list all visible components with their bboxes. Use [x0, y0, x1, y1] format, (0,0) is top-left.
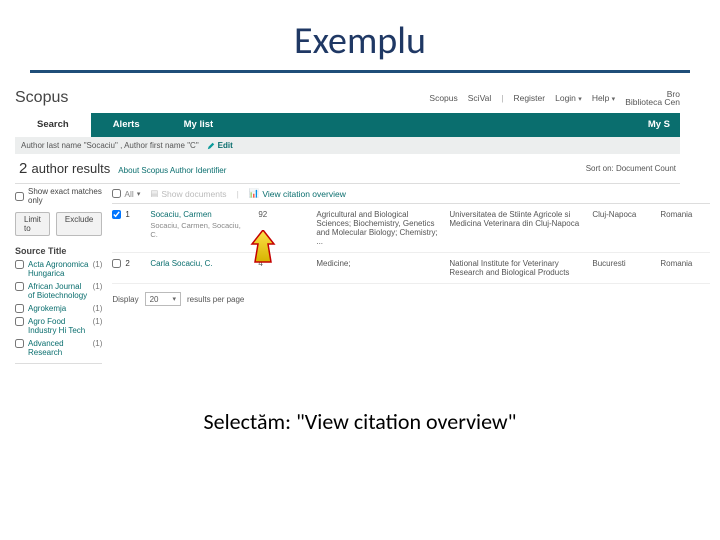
row-checkbox[interactable]	[112, 259, 121, 268]
chart-icon: 📊	[249, 188, 260, 199]
main-area: Show exact matches only Limit to Exclude…	[15, 184, 680, 368]
city: Bucuresti	[592, 259, 652, 277]
facet-item[interactable]: African Journal of Biotechnology(1)	[15, 280, 102, 302]
select-all-checkbox[interactable]	[112, 189, 121, 198]
result-rows: 1 Socaciu, CarmenSocaciu, Carmen, Socaci…	[112, 204, 710, 284]
chevron-down-icon: ▾	[612, 96, 616, 103]
country: Romania	[660, 259, 710, 277]
facet-source-title: Source Title	[15, 244, 102, 258]
facet-item[interactable]: Agro Food Industry Hi Tech(1)	[15, 315, 102, 337]
link-help[interactable]: Help ▾	[592, 93, 615, 103]
limit-to-button[interactable]: Limit to	[15, 212, 50, 236]
sidebar: Show exact matches only Limit to Exclude…	[15, 184, 102, 368]
author-name-link[interactable]: Carla Socaciu, C.	[150, 259, 212, 268]
facet-checkbox[interactable]	[15, 304, 24, 313]
toolbar: All ▾ ▤ Show documents | 📊 View citation…	[112, 184, 710, 204]
affiliation: Universitatea de Stiinte Agricole si Med…	[449, 210, 584, 246]
facet-item[interactable]: Acta Agronomica Hungarica(1)	[15, 258, 102, 280]
exact-matches-row[interactable]: Show exact matches only	[15, 184, 102, 208]
author-aliases: Socaciu, Carmen, Socaciu, C.	[150, 219, 250, 239]
display-label: Display	[112, 295, 138, 304]
title-underline	[30, 70, 690, 73]
doc-count: 92	[258, 210, 308, 246]
exclude-button[interactable]: Exclude	[56, 212, 102, 236]
query-text: Author last name "Socaciu" , Author firs…	[21, 141, 199, 150]
tab-search[interactable]: Search	[15, 113, 91, 137]
affiliation: National Institute for Veterinary Resear…	[449, 259, 584, 277]
select-all[interactable]: All ▾	[112, 189, 140, 199]
exact-matches-checkbox[interactable]	[15, 192, 24, 201]
chevron-down-icon: ▾	[173, 295, 177, 303]
result-count: 2 author results	[19, 160, 110, 177]
topbar: Scopus Scopus SciVal | Register Login ▾ …	[15, 85, 680, 113]
facet-item[interactable]: Advanced Research(1)	[15, 337, 102, 359]
tab-my-s[interactable]: My S	[626, 113, 680, 137]
document-icon: ▤	[150, 188, 158, 199]
brand: Scopus	[15, 89, 68, 107]
exact-matches-label: Show exact matches only	[28, 187, 102, 205]
sep: |	[501, 93, 503, 103]
author-name-link[interactable]: Socaciu, Carmen	[150, 210, 211, 219]
results-per-page-label: results per page	[187, 295, 244, 304]
facet-checkbox[interactable]	[15, 282, 24, 291]
facet-checkbox[interactable]	[15, 317, 24, 326]
sort-dropdown[interactable]: Sort on: Document Count	[586, 164, 676, 173]
table-row: 1 Socaciu, CarmenSocaciu, Carmen, Socaci…	[112, 204, 710, 253]
chevron-down-icon: ▾	[578, 96, 582, 103]
slide-title: Exemplu	[0, 0, 720, 70]
tab-alerts[interactable]: Alerts	[91, 113, 162, 137]
pencil-icon	[207, 142, 215, 150]
edit-query-link[interactable]: Edit	[207, 141, 233, 150]
doc-count: 4	[258, 259, 308, 277]
facet-item[interactable]: Agrokemja(1)	[15, 302, 102, 315]
facet-checkbox[interactable]	[15, 260, 24, 269]
link-scopus[interactable]: Scopus	[429, 93, 457, 103]
link-login[interactable]: Login ▾	[555, 93, 582, 103]
show-documents-button[interactable]: ▤ Show documents	[150, 188, 226, 199]
top-right-links: Scopus SciVal | Register Login ▾ Help ▾ …	[429, 90, 680, 107]
view-citation-overview-button[interactable]: 📊 View citation overview	[249, 188, 346, 199]
slide-caption: Selectăm: "View citation overview"	[0, 408, 720, 435]
table-row: 2 Carla Socaciu, C. 4 Medicine; National…	[112, 253, 710, 284]
row-index: 1	[125, 210, 129, 219]
link-scival[interactable]: SciVal	[468, 93, 491, 103]
results-bar: 2 author results About Scopus Author Ide…	[15, 154, 680, 184]
query-bar: Author last name "Socaciu" , Author firs…	[15, 137, 680, 154]
about-author-id-link[interactable]: About Scopus Author Identifier	[118, 166, 226, 175]
content: All ▾ ▤ Show documents | 📊 View citation…	[112, 184, 710, 368]
separator: |	[237, 189, 239, 199]
navbar: Search Alerts My list My S	[15, 113, 680, 137]
link-register[interactable]: Register	[513, 93, 545, 103]
city: Cluj-Napoca	[592, 210, 652, 246]
scopus-app: Scopus Scopus SciVal | Register Login ▾ …	[15, 85, 680, 368]
chevron-down-icon: ▾	[137, 190, 141, 198]
facet-checkbox[interactable]	[15, 339, 24, 348]
lib-line2: Biblioteca Cen	[625, 97, 680, 107]
subject-area: Medicine;	[316, 259, 441, 277]
page-size-select[interactable]: 20▾	[145, 292, 181, 306]
row-index: 2	[125, 259, 129, 268]
row-checkbox[interactable]	[112, 210, 121, 219]
pager: Display 20▾ results per page	[112, 284, 710, 314]
subject-area: Agricultural and Biological Sciences; Bi…	[316, 210, 441, 246]
tab-mylist[interactable]: My list	[162, 113, 236, 137]
country: Romania	[660, 210, 710, 246]
